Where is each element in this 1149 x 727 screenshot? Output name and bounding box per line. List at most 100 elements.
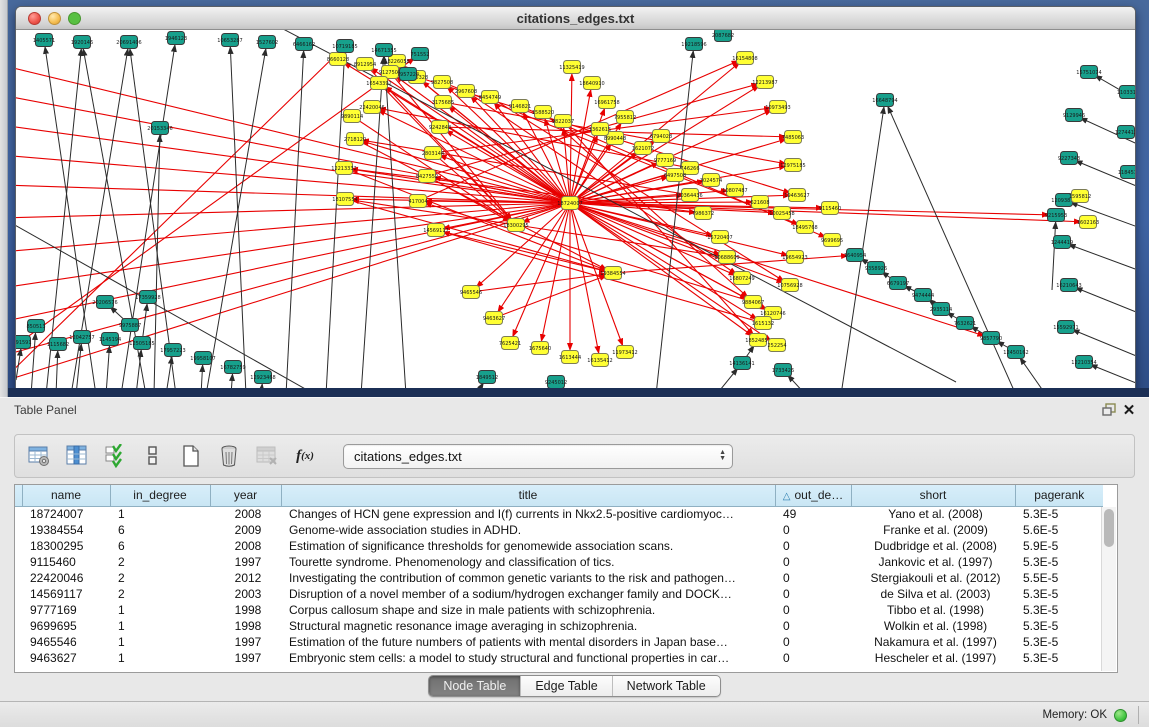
network-canvas[interactable]: 1872400716154808122139871097349374850631… <box>16 30 1135 388</box>
graph-node[interactable]: 7957224 <box>397 68 419 81</box>
cell-title[interactable]: Investigating the contribution of common… <box>281 570 775 586</box>
graph-node[interactable]: 2803144 <box>422 147 444 160</box>
table-row[interactable]: 1872400712008Changes of HCN gene express… <box>15 506 1103 522</box>
column-header-pagerank[interactable]: pagerank <box>1015 485 1103 506</box>
graph-node[interactable]: 9129946 <box>1063 109 1085 122</box>
table-row[interactable]: 1456911722003Disruption of a novel membe… <box>15 586 1103 602</box>
graph-node[interactable]: 9777169 <box>654 154 676 167</box>
graph-node[interactable]: 20691406 <box>116 36 141 49</box>
cell-year[interactable]: 1997 <box>210 634 281 650</box>
delete-table-icon[interactable] <box>253 442 281 470</box>
table-row[interactable]: 2242004622012Investigating the contribut… <box>15 570 1103 586</box>
graph-node[interactable]: 15592971 <box>1053 321 1078 334</box>
graph-node[interactable]: 16210643 <box>1056 279 1081 292</box>
graph-node[interactable]: 9884067 <box>742 296 764 309</box>
cell-title[interactable]: Corpus callosum shape and size in male p… <box>281 602 775 618</box>
graph-node[interactable]: 9358926 <box>865 262 887 275</box>
graph-node[interactable]: 16961758 <box>594 96 619 109</box>
cell-out_degree[interactable]: 0 <box>775 618 851 634</box>
table-mode-icon[interactable] <box>25 442 53 470</box>
cell-name[interactable]: 9777169 <box>22 602 110 618</box>
graph-node[interactable]: 417004 <box>408 195 427 208</box>
graph-node[interactable]: 1405571 <box>33 34 55 47</box>
graph-node[interactable]: 18640910 <box>579 77 604 90</box>
column-header-year[interactable]: year <box>210 485 281 506</box>
graph-node[interactable]: 9857790 <box>980 332 1002 345</box>
cell-in_degree[interactable]: 6 <box>110 522 210 538</box>
graph-node[interactable]: 19218596 <box>681 38 706 51</box>
table-scrollbar[interactable] <box>1101 507 1116 671</box>
show-columns-icon[interactable] <box>63 442 91 470</box>
cell-name[interactable]: 9115460 <box>22 554 110 570</box>
graph-node[interactable]: 9245012 <box>545 376 567 389</box>
cell-short[interactable]: Nakamura et al. (1997) <box>851 634 1015 650</box>
graph-node[interactable]: 1588520 <box>532 106 554 119</box>
graph-node[interactable]: 6794028 <box>650 130 672 143</box>
column-header-out_degree[interactable]: △out_de… <box>775 485 851 506</box>
graph-node[interactable]: 1675640 <box>529 342 551 355</box>
table-row[interactable]: 969969511998Structural magnetic resonanc… <box>15 618 1103 634</box>
zoom-window-button[interactable] <box>68 12 81 25</box>
graph-node[interactable]: 12213987 <box>752 76 777 89</box>
table-row[interactable]: 946554611997Estimation of the future num… <box>15 634 1103 650</box>
graph-node[interactable]: 10756928 <box>777 279 802 292</box>
graph-node[interactable]: 16782759 <box>220 361 245 374</box>
graph-node[interactable]: 1640954 <box>844 249 866 262</box>
graph-node[interactable]: 12213332 <box>331 162 356 175</box>
cell-in_degree[interactable]: 2 <box>110 570 210 586</box>
graph-node[interactable]: 2967608 <box>455 85 477 98</box>
cell-year[interactable]: 2009 <box>210 522 281 538</box>
cell-short[interactable]: Hescheler et al. (1997) <box>851 650 1015 666</box>
graph-node[interactable]: 9463627 <box>483 312 505 325</box>
tab-edge-table[interactable]: Edge Table <box>521 676 612 696</box>
graph-node[interactable]: 9146821 <box>509 100 531 113</box>
graph-node[interactable]: 8660128 <box>327 53 349 66</box>
cell-pagerank[interactable]: 5.6E-5 <box>1015 522 1103 538</box>
cell-pagerank[interactable]: 5.3E-5 <box>1015 618 1103 634</box>
graph-node[interactable]: 6466162 <box>293 38 315 51</box>
graph-node[interactable]: 9242848 <box>429 121 451 134</box>
graph-node[interactable]: 10719185 <box>332 40 357 53</box>
graph-node[interactable]: 1602163 <box>1077 216 1099 229</box>
graph-node[interactable]: 3024574 <box>700 174 722 187</box>
cell-year[interactable]: 2003 <box>210 586 281 602</box>
graph-node[interactable]: 751552 <box>410 48 429 61</box>
graph-node[interactable]: 1621072 <box>632 142 654 155</box>
graph-node[interactable]: 9827508 <box>431 76 453 89</box>
graph-node[interactable]: 1244419 <box>1051 236 1073 249</box>
cell-short[interactable]: Yano et al. (2008) <box>851 506 1015 522</box>
graph-node[interactable]: 12505185 <box>129 337 154 350</box>
graph-node[interactable]: 19463627 <box>784 189 809 202</box>
graph-node[interactable]: 9699695 <box>821 234 843 247</box>
graph-node[interactable]: 621608 <box>750 196 769 209</box>
cell-pagerank[interactable]: 5.3E-5 <box>1015 586 1103 602</box>
cell-in_degree[interactable]: 1 <box>110 602 210 618</box>
graph-node[interactable]: 7485063 <box>782 131 804 144</box>
cell-title[interactable]: Disruption of a novel member of a sodium… <box>281 586 775 602</box>
close-window-button[interactable] <box>28 12 41 25</box>
table-row[interactable]: 1938455462009Genome-wide association stu… <box>15 522 1103 538</box>
graph-node[interactable]: 3175685 <box>432 96 454 109</box>
graph-node[interactable]: 9227343 <box>1058 152 1080 165</box>
cell-out_degree[interactable]: 0 <box>775 602 851 618</box>
cell-title[interactable]: Changes of HCN gene expression and I(f) … <box>281 506 775 522</box>
cell-short[interactable]: Wolkin et al. (1998) <box>851 618 1015 634</box>
graph-node[interactable]: 6679197 <box>887 277 909 290</box>
graph-node[interactable]: 2087682 <box>712 30 734 42</box>
cell-out_degree[interactable]: 49 <box>775 506 851 522</box>
table-row[interactable]: 977716911998Corpus callosum shape and si… <box>15 602 1103 618</box>
cell-in_degree[interactable]: 1 <box>110 506 210 522</box>
graph-node[interactable]: 850513 <box>26 320 45 333</box>
function-builder-icon[interactable]: f(x) <box>291 442 319 470</box>
cell-in_degree[interactable]: 2 <box>110 554 210 570</box>
graph-node[interactable]: 14136141 <box>729 357 754 370</box>
graph-node[interactable]: 7955812 <box>614 111 636 124</box>
cell-pagerank[interactable]: 5.9E-5 <box>1015 538 1103 554</box>
select-all-icon[interactable] <box>101 442 129 470</box>
graph-node[interactable]: 7986372 <box>692 207 714 220</box>
cell-out_degree[interactable]: 0 <box>775 634 851 650</box>
graph-node[interactable]: 391591 <box>16 336 32 349</box>
cell-pagerank[interactable]: 5.5E-5 <box>1015 570 1103 586</box>
cell-out_degree[interactable]: 0 <box>775 570 851 586</box>
graph-node[interactable]: 15751074 <box>1076 66 1101 79</box>
